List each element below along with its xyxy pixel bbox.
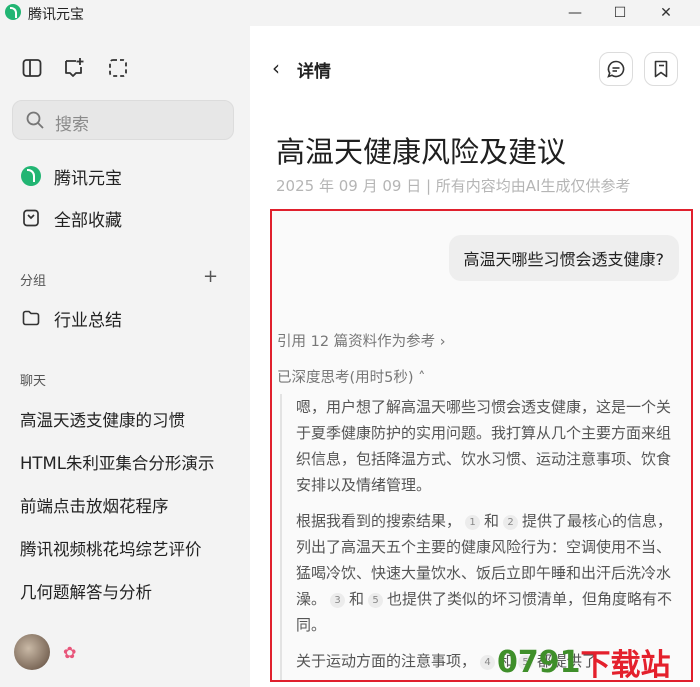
search-input[interactable]: 搜索 <box>12 100 234 140</box>
group-item[interactable]: 行业总结 <box>20 304 122 332</box>
maximize-button[interactable]: ☐ <box>598 0 642 26</box>
folder-icon <box>20 307 42 329</box>
add-group-button[interactable]: + <box>203 266 218 287</box>
search-icon <box>26 111 44 129</box>
page-title: 详情 <box>297 62 331 82</box>
highlight-frame: 高温天哪些习惯会透支健康? 引用 12 篇资料作为参考 › 已深度思考(用时5秒… <box>270 209 693 682</box>
thinking-toggle[interactable]: 已深度思考(用时5秒) ˄ <box>277 366 425 387</box>
nav-item-yuanbao[interactable]: 腾讯元宝 <box>20 162 122 190</box>
chat-bubble-icon <box>607 60 625 78</box>
yuanbao-logo-icon <box>20 165 42 187</box>
bookmark-icon <box>20 207 42 229</box>
doc-meta: 2025 年 09 月 09 日 | 所有内容均由AI生成仅供参考 <box>276 177 631 195</box>
user-question: 高温天哪些习惯会透支健康? <box>448 235 679 281</box>
chat-item[interactable]: 腾讯视频桃花坞综艺评价 <box>20 536 202 560</box>
citation-badge[interactable]: 3 <box>330 593 346 608</box>
doc-title: 高温天健康风险及建议 <box>276 135 567 169</box>
select-icon[interactable] <box>106 56 130 80</box>
citation-badge[interactable]: 4 <box>480 655 496 670</box>
references-toggle[interactable]: 引用 12 篇资料作为参考 › <box>277 330 446 351</box>
comment-button[interactable] <box>599 52 633 86</box>
title-bar: 腾讯元宝 — ☐ ✕ <box>0 0 700 26</box>
sidebar-toggle-icon[interactable] <box>20 56 44 80</box>
chats-label: 聊天 <box>20 374 47 389</box>
chat-item[interactable]: 高温天透支健康的习惯 <box>20 407 185 431</box>
main-panel: ‹ 详情 高温天健康风险及建议 2025 年 09 月 09 日 | 所有内容均… <box>250 26 700 687</box>
sidebar: 搜索 腾讯元宝 全部收藏 分组 + 行业总结 聊天 高温天透支健康的习惯 HTM… <box>0 26 250 687</box>
close-button[interactable]: ✕ <box>644 0 688 26</box>
nav-item-favorites[interactable]: 全部收藏 <box>20 204 122 232</box>
minimize-button[interactable]: — <box>553 0 597 26</box>
avatar[interactable] <box>14 634 50 670</box>
groups-label: 分组 <box>20 274 47 289</box>
window-title: 腾讯元宝 <box>28 7 84 23</box>
reasoning-block: 嗯，用户想了解高温天哪些习惯会透支健康，这是一个关于夏季健康防护的实用问题。我打… <box>280 394 678 680</box>
reasoning-paragraph: 根据我看到的搜索结果， 1 和 2 提供了最核心的信息，列出了高温天五个主要的健康风险行… <box>296 512 673 634</box>
chat-item[interactable]: HTML朱利亚集合分形演示 <box>20 450 214 474</box>
watermark-logo: 0791 下载站 <box>497 644 671 684</box>
chat-item[interactable]: 前端点击放烟花程序 <box>20 493 169 517</box>
search-placeholder: 搜索 <box>55 115 89 135</box>
citation-badge[interactable]: 1 <box>465 515 481 530</box>
nav-item-label: 全部收藏 <box>54 210 122 231</box>
flower-icon: ✿ <box>63 643 77 662</box>
nav-item-label: 腾讯元宝 <box>54 168 122 189</box>
bookmark-button[interactable] <box>644 52 678 86</box>
chat-item[interactable]: 几何题解答与分析 <box>20 579 152 603</box>
citation-badge[interactable]: 5 <box>368 593 384 608</box>
reasoning-paragraph: 嗯，用户想了解高温天哪些习惯会透支健康，这是一个关于夏季健康防护的实用问题。我打… <box>296 398 672 494</box>
app-logo-icon <box>5 4 21 20</box>
new-chat-icon[interactable] <box>62 56 86 80</box>
bookmark-icon <box>654 60 668 78</box>
back-button[interactable]: ‹ <box>272 56 280 80</box>
citation-badge[interactable]: 2 <box>503 515 519 530</box>
group-item-label: 行业总结 <box>54 310 122 331</box>
